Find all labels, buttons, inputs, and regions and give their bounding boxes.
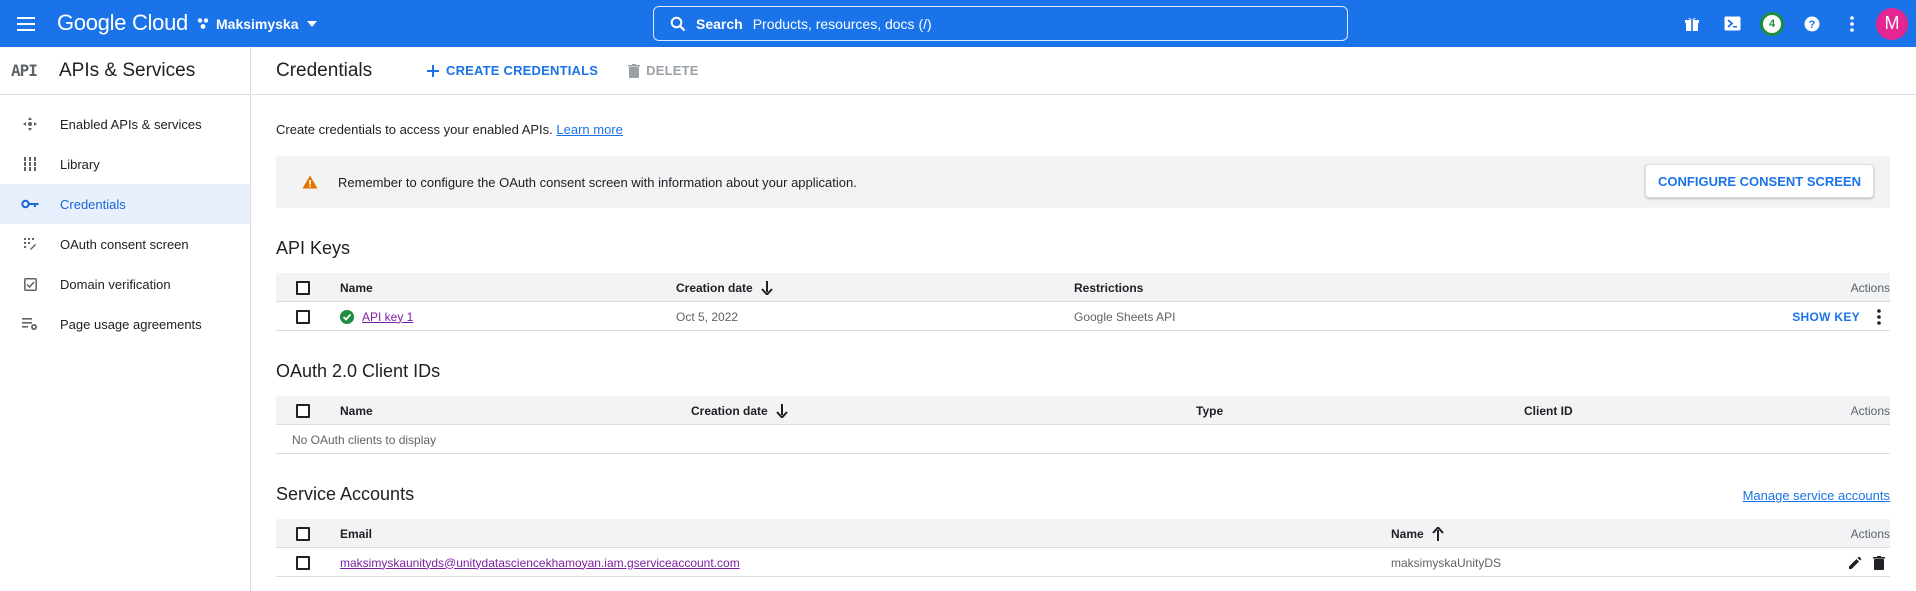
api-key-link[interactable]: API key 1 [362, 310, 413, 324]
col-creation-date[interactable]: Creation date [691, 396, 788, 425]
table-header: Name Creation date Type Client ID Action… [276, 396, 1890, 425]
edit-pencil-icon[interactable] [1844, 552, 1866, 574]
consent-dots-icon [0, 237, 60, 251]
sidebar-item-label: OAuth consent screen [60, 236, 189, 252]
sidebar-item-credentials[interactable]: Credentials [0, 184, 250, 224]
configure-consent-screen-button[interactable]: CONFIGURE CONSENT SCREEN [1645, 164, 1874, 198]
table-header: Email Name Actions [276, 519, 1890, 548]
help-icon[interactable]: ? [1792, 4, 1832, 44]
col-actions: Actions [1850, 526, 1890, 541]
warning-icon [302, 175, 318, 189]
arrow-up-icon[interactable] [1431, 526, 1444, 541]
api-keys-title: API Keys [276, 238, 351, 258]
key-icon [0, 199, 60, 209]
project-picker[interactable]: Maksimyska [196, 11, 319, 37]
restrictions-value: Google Sheets API [1074, 309, 1176, 324]
oauth-warning-banner: Remember to configure the OAuth consent … [276, 156, 1890, 208]
check-box-icon [0, 277, 60, 291]
arrow-down-icon[interactable] [775, 403, 788, 418]
service-accounts-table: Email Name Actions maksimyskaunityds@uni… [276, 519, 1890, 577]
search-icon [670, 16, 686, 31]
empty-message: No OAuth clients to display [292, 432, 437, 447]
notifications-badge[interactable]: 4 [1752, 4, 1792, 44]
sidebar: API APIs & Services Enabled APIs & servi… [0, 47, 251, 591]
sidebar-header: API APIs & Services [0, 47, 250, 95]
sidebar-item-domain-verification[interactable]: Domain verification [0, 264, 250, 304]
trash-icon [628, 63, 641, 78]
more-vert-icon[interactable] [1832, 4, 1872, 44]
col-name[interactable]: Name [1391, 519, 1444, 548]
col-name: Name [340, 403, 373, 418]
sidebar-nav: Enabled APIs & services Library Credenti… [0, 104, 250, 344]
banner-message: Remember to configure the OAuth consent … [338, 174, 857, 190]
select-all-checkbox[interactable] [296, 526, 310, 541]
col-actions: Actions [1850, 403, 1890, 418]
col-creation-date[interactable]: Creation date [676, 273, 773, 302]
col-type: Type [1196, 403, 1224, 418]
table-row: maksimyskaunityds@unitydatasciencekhamoy… [276, 548, 1890, 577]
sidebar-item-enabled-apis[interactable]: Enabled APIs & services [0, 104, 250, 144]
top-actions: 4 ? M [1672, 0, 1916, 47]
oauth-title: OAuth 2.0 Client IDs [276, 361, 441, 381]
project-hex-icon [197, 18, 209, 29]
chevron-down-icon [306, 21, 317, 27]
action-bar: Credentials CREATE CREDENTIALS DELETE [252, 47, 1916, 95]
empty-row: No OAuth clients to display [276, 425, 1890, 454]
svg-text:?: ? [1809, 19, 1816, 31]
service-accounts-title: Service Accounts [276, 484, 415, 504]
api-keys-table: Name Creation date Restrictions Actions … [276, 273, 1890, 331]
service-account-email-link[interactable]: maksimyskaunityds@unitydatasciencekhamoy… [340, 556, 740, 570]
main-content: Credentials CREATE CREDENTIALS DELETE Cr… [252, 47, 1916, 591]
sidebar-item-label: Library [60, 156, 100, 172]
col-email: Email [340, 526, 373, 541]
api-logo: API [11, 61, 38, 80]
select-all-checkbox[interactable] [296, 280, 310, 295]
delete-trash-icon[interactable] [1868, 552, 1890, 574]
list-settings-icon [0, 317, 60, 331]
arrow-down-icon[interactable] [760, 280, 773, 295]
delete-button[interactable]: DELETE [628, 63, 698, 78]
col-restrictions: Restrictions [1074, 280, 1144, 295]
creation-date-value: Oct 5, 2022 [676, 309, 739, 324]
sidebar-item-library[interactable]: Library [0, 144, 250, 184]
col-client-id: Client ID [1524, 403, 1573, 418]
search-label: Search [696, 15, 743, 32]
row-checkbox[interactable] [296, 309, 310, 324]
page-title: Credentials [276, 59, 373, 81]
search-placeholder: Products, resources, docs (/) [752, 15, 932, 32]
create-credentials-button[interactable]: CREATE CREDENTIALS [426, 63, 598, 78]
col-name: Name [340, 280, 373, 295]
sidebar-item-page-usage[interactable]: Page usage agreements [0, 304, 250, 344]
main-menu-icon[interactable] [14, 12, 38, 36]
google-cloud-logo[interactable]: Google Cloud [57, 10, 188, 36]
oauth-table: Name Creation date Type Client ID Action… [276, 396, 1890, 454]
library-grid-icon [0, 157, 60, 171]
row-checkbox[interactable] [296, 555, 310, 570]
table-header: Name Creation date Restrictions Actions [276, 273, 1890, 302]
sidebar-item-label: Page usage agreements [60, 316, 202, 332]
col-actions: Actions [1850, 280, 1890, 295]
show-key-button[interactable]: SHOW KEY [1792, 310, 1860, 324]
account-avatar[interactable]: M [1876, 7, 1908, 40]
hub-icon [0, 116, 60, 132]
select-all-checkbox[interactable] [296, 403, 310, 418]
sidebar-title: APIs & Services [59, 59, 196, 81]
gift-icon[interactable] [1672, 4, 1712, 44]
learn-more-link[interactable]: Learn more [556, 122, 622, 137]
plus-icon [427, 64, 439, 77]
check-circle-icon [340, 309, 354, 324]
intro-text: Create credentials to access your enable… [276, 122, 623, 137]
sidebar-item-label: Credentials [60, 196, 126, 212]
table-row: API key 1 Oct 5, 2022 Google Sheets API … [276, 302, 1890, 331]
search-bar[interactable]: Search Products, resources, docs (/) [653, 6, 1348, 41]
service-account-name: maksimyskaUnityDS [1391, 555, 1502, 570]
top-app-bar: Google Cloud Maksimyska Search Products,… [0, 0, 1916, 47]
more-vert-icon[interactable] [1868, 306, 1890, 328]
sidebar-item-oauth-consent[interactable]: OAuth consent screen [0, 224, 250, 264]
sidebar-item-label: Domain verification [60, 276, 171, 292]
cloud-shell-icon[interactable] [1712, 4, 1752, 44]
project-name: Maksimyska [216, 16, 299, 32]
sidebar-item-label: Enabled APIs & services [60, 116, 202, 132]
manage-service-accounts-link[interactable]: Manage service accounts [1743, 488, 1890, 503]
